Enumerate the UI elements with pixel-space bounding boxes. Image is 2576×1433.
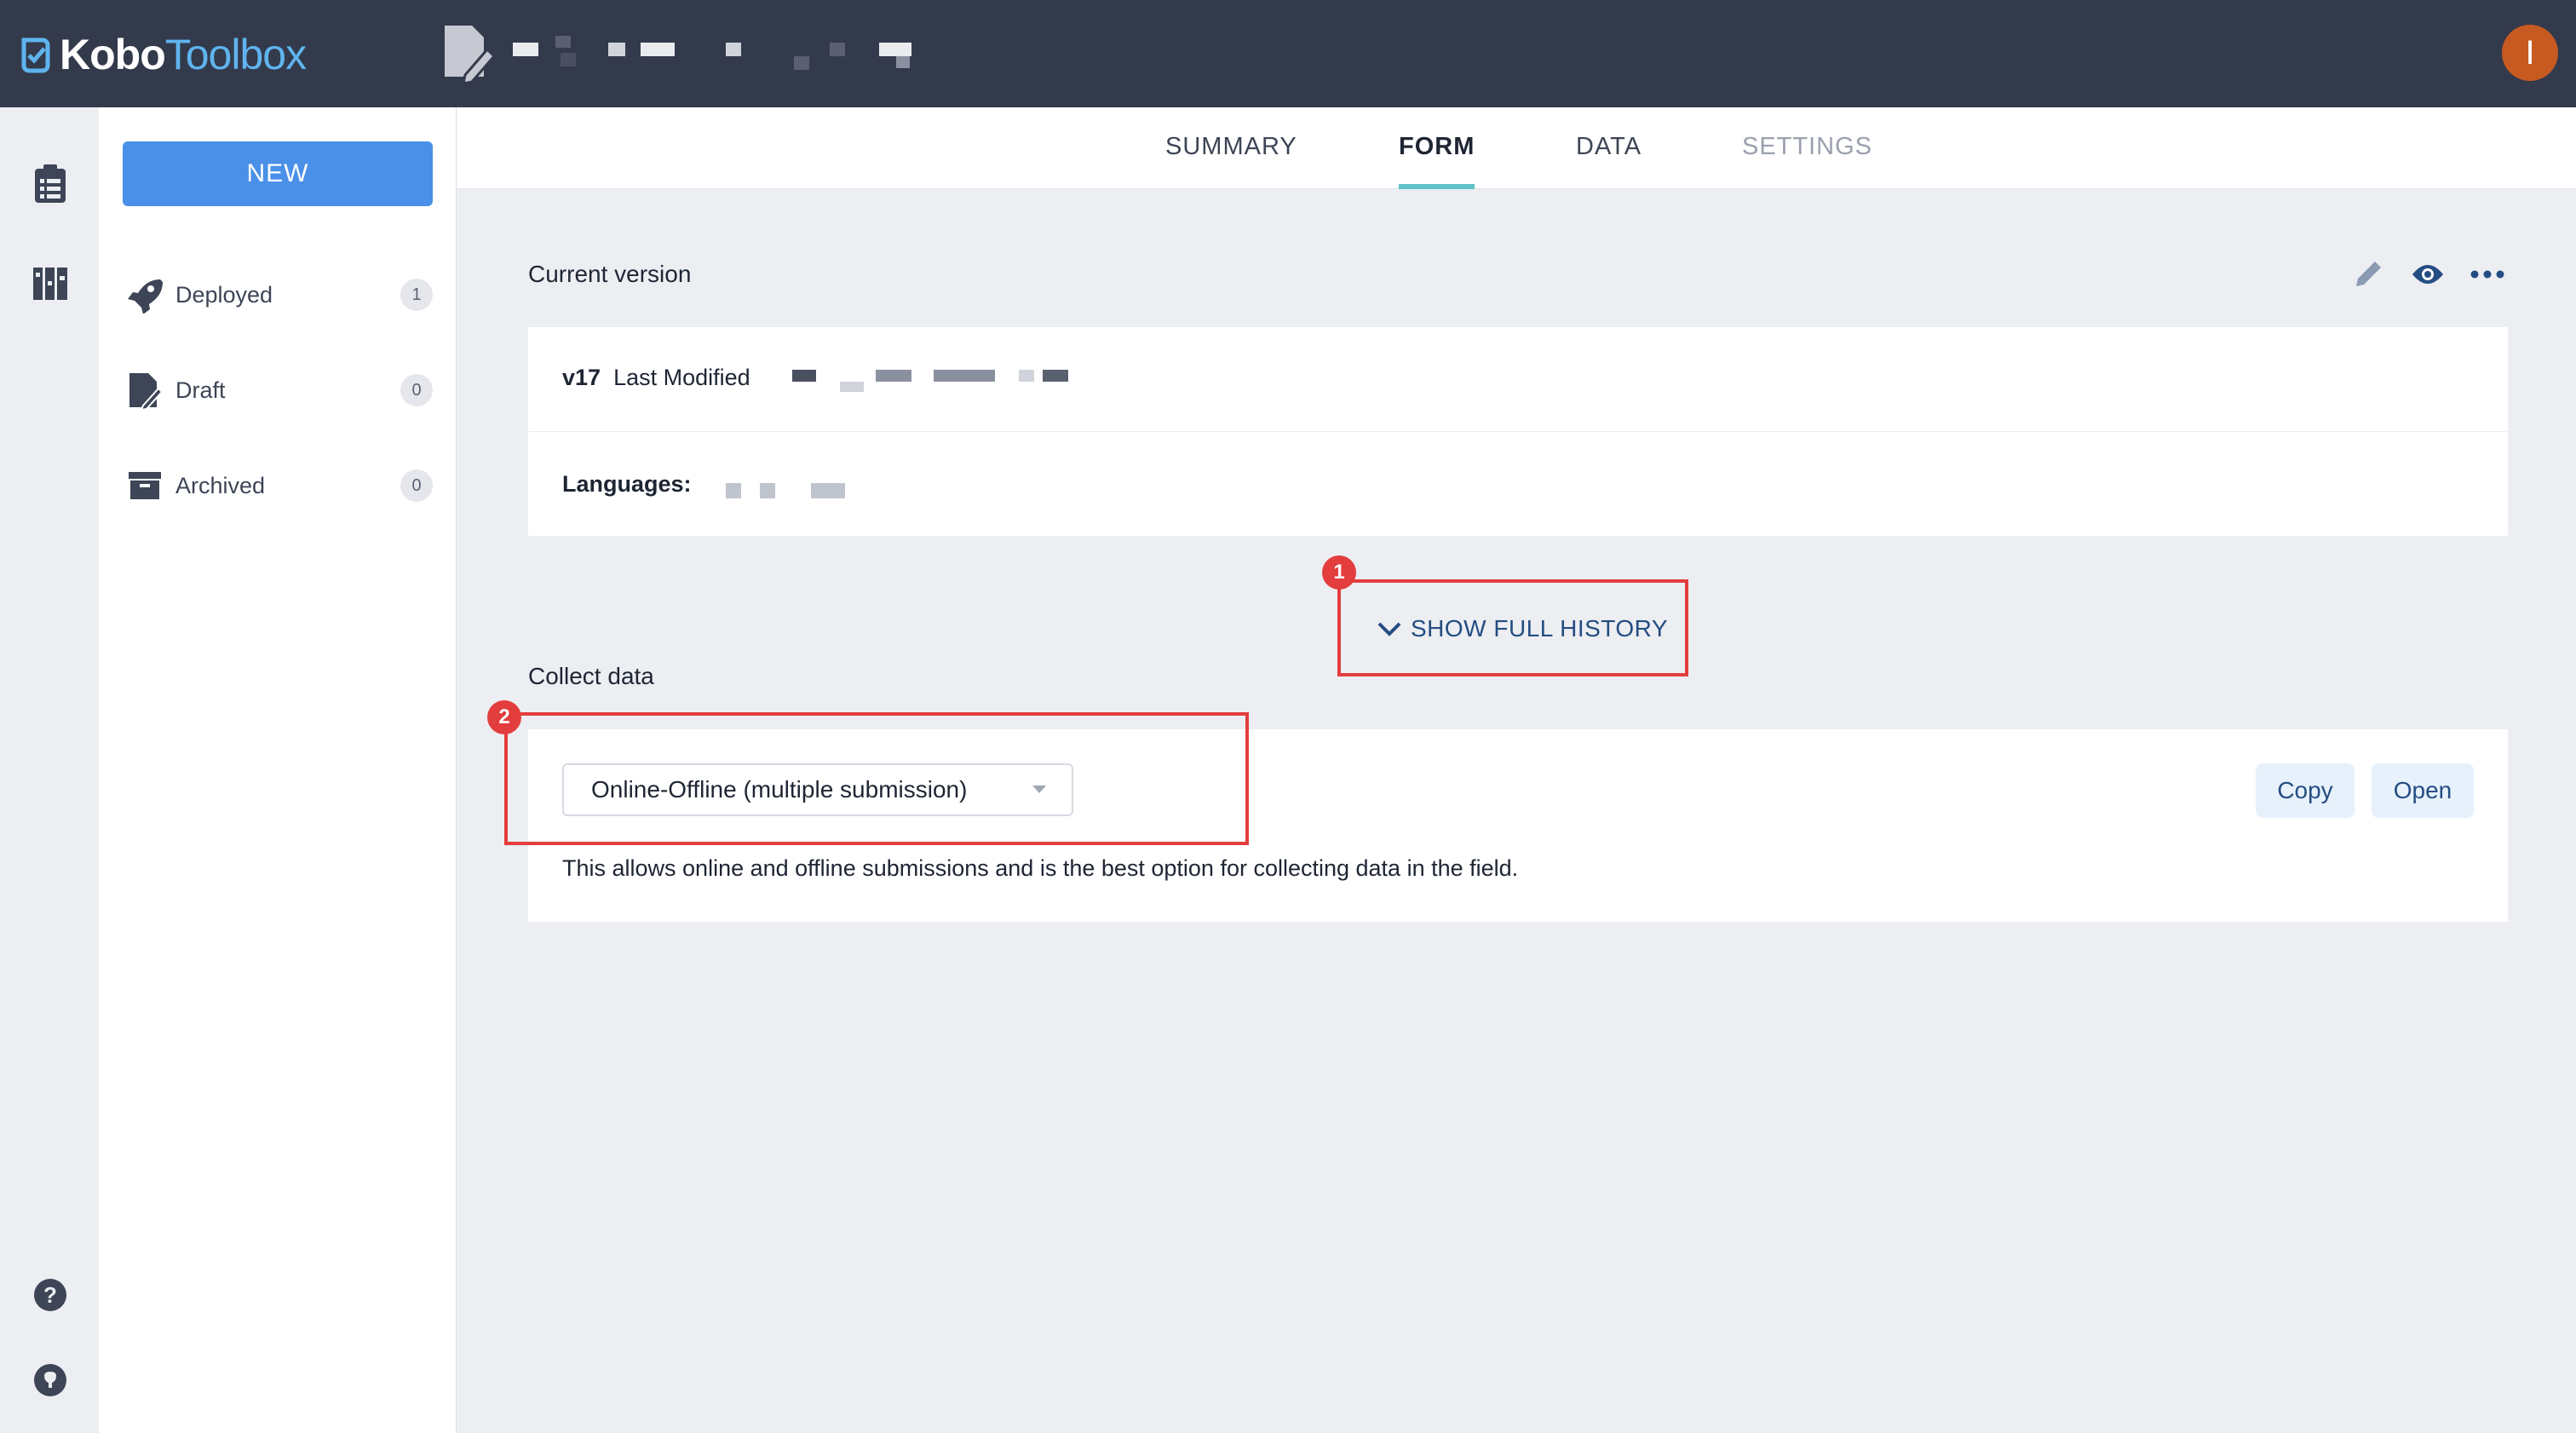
- help-icon[interactable]: ?: [32, 1275, 68, 1315]
- library-icon[interactable]: [32, 261, 68, 302]
- count-badge: 0: [400, 374, 433, 406]
- drawer-item-label: Archived: [175, 472, 266, 498]
- projects-drawer: NEW Deployed 1 Draft 0 Archived 0: [99, 107, 457, 1433]
- tab-form[interactable]: FORM: [1399, 133, 1475, 189]
- drawer-item-label: Draft: [175, 377, 226, 403]
- drawer-item-archived[interactable]: Archived 0: [126, 460, 433, 511]
- rocket-icon: [126, 276, 164, 314]
- logo-mark-icon: [21, 37, 50, 73]
- edit-icon[interactable]: [2351, 257, 2385, 291]
- tab-data[interactable]: DATA: [1576, 133, 1642, 189]
- user-avatar[interactable]: I: [2502, 25, 2558, 81]
- svg-text:?: ?: [43, 1282, 57, 1308]
- languages-card: Languages:: [528, 432, 2508, 536]
- open-button[interactable]: Open: [2372, 763, 2474, 818]
- form-actions: [2351, 257, 2504, 291]
- project-title-redacted: [508, 34, 917, 77]
- version-row: v17 Last Modified: [562, 365, 750, 391]
- annotation-badge-1: 1: [1322, 555, 1356, 590]
- archive-icon: [126, 467, 164, 504]
- drawer-item-draft[interactable]: Draft 0: [126, 365, 433, 416]
- last-modified-label: Last Modified: [613, 365, 750, 390]
- left-rail: ?: [0, 107, 99, 1433]
- annotation-box-1: [1337, 579, 1688, 676]
- count-badge: 1: [400, 279, 433, 311]
- preview-eye-icon[interactable]: [2411, 257, 2445, 291]
- current-version-label: Current version: [528, 261, 692, 287]
- github-icon[interactable]: [32, 1360, 68, 1401]
- annotation-box-2: [504, 712, 1249, 845]
- drawer-item-deployed[interactable]: Deployed 1: [126, 269, 433, 320]
- project-tabs: SUMMARY FORM DATA SETTINGS: [457, 107, 2576, 189]
- annotation-badge-2: 2: [487, 700, 521, 734]
- logo-text: KoboToolbox: [60, 31, 307, 78]
- top-bar: KoboToolbox I: [0, 0, 2576, 107]
- version-number: v17: [562, 365, 601, 390]
- draft-icon: [126, 371, 164, 409]
- copy-button[interactable]: Copy: [2256, 763, 2355, 818]
- projects-icon[interactable]: [32, 164, 68, 204]
- tab-settings: SETTINGS: [1742, 133, 1873, 160]
- kobotoolbox-logo[interactable]: KoboToolbox: [20, 31, 307, 78]
- version-card: v17 Last Modified: [528, 327, 2508, 431]
- more-options-icon[interactable]: [2470, 257, 2504, 291]
- new-button[interactable]: NEW: [123, 141, 433, 206]
- collect-data-label: Collect data: [528, 663, 654, 689]
- languages-label: Languages:: [562, 471, 692, 497]
- form-icon: [445, 26, 494, 83]
- tab-summary[interactable]: SUMMARY: [1165, 133, 1297, 189]
- count-badge: 0: [400, 469, 433, 502]
- drawer-item-label: Deployed: [175, 281, 273, 308]
- collect-method-description: This allows online and offline submissio…: [562, 855, 1519, 881]
